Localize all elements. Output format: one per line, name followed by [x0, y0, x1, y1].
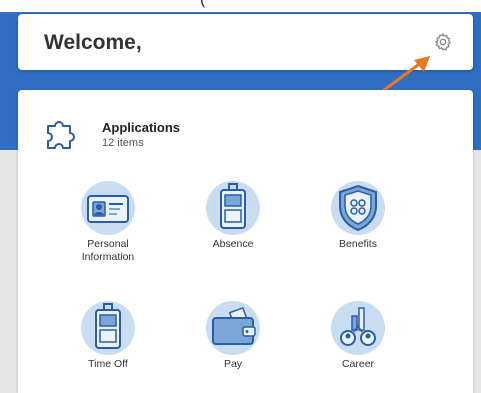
tile-label: Benefits: [339, 238, 377, 250]
applications-header[interactable]: Applications 12 items: [44, 114, 344, 154]
luggage-icon: [81, 301, 135, 355]
tile-personal-information[interactable]: Personal Information: [48, 180, 168, 264]
id-card-icon: [81, 181, 135, 235]
tile-label: Career: [341, 358, 375, 370]
caption-text: (: [200, 0, 205, 9]
luggage-icon: [206, 181, 260, 235]
applications-card: Applications 12 items Personal Informati…: [18, 90, 473, 393]
applications-count: 12 items: [102, 137, 144, 149]
gear-icon[interactable]: [433, 32, 453, 52]
top-caption: (: [0, 0, 481, 12]
career-icon: [331, 301, 385, 355]
applications-title: Applications: [102, 120, 181, 135]
tile-absence[interactable]: Absence: [173, 180, 293, 251]
tile-benefits[interactable]: Benefits: [298, 180, 418, 251]
tile-career[interactable]: Career: [298, 300, 418, 371]
tile-label: Personal Information: [81, 238, 135, 263]
tile-label: Pay: [223, 358, 243, 370]
welcome-card: Welcome,: [18, 14, 473, 70]
puzzle-icon: [47, 121, 75, 149]
tile-label: Time Off: [88, 358, 128, 370]
welcome-heading: Welcome,: [44, 31, 142, 54]
tile-label: Absence: [212, 238, 254, 250]
tile-time-off[interactable]: Time Off: [48, 300, 168, 371]
shield-icon: [331, 181, 385, 235]
tile-pay[interactable]: Pay: [173, 300, 293, 371]
wallet-icon: [206, 301, 260, 355]
